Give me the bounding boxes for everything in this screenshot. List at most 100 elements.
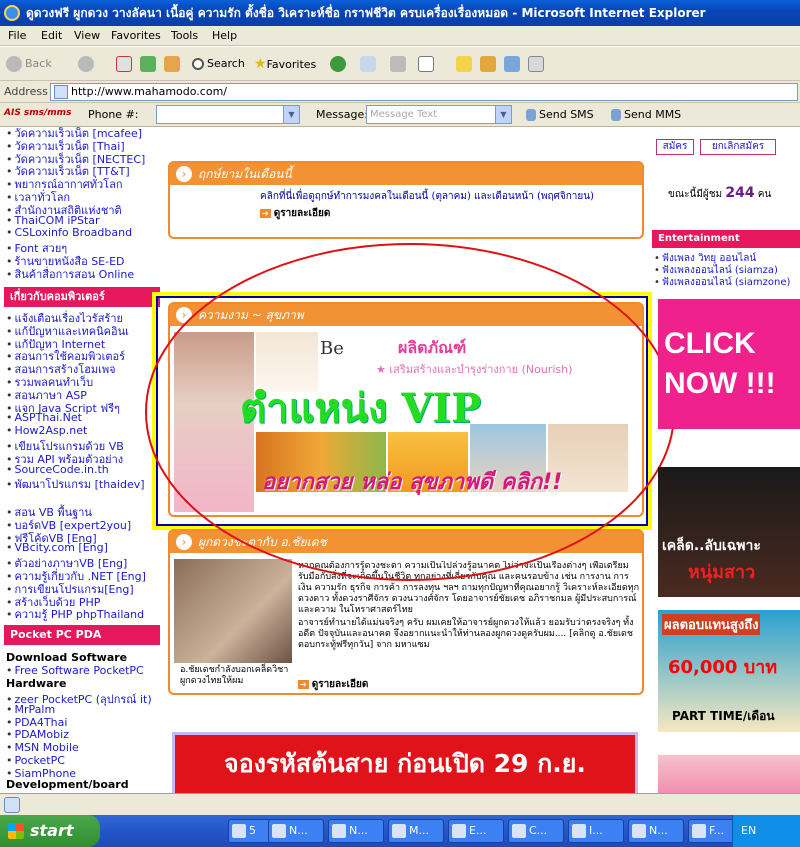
notes-button[interactable]: [456, 53, 475, 75]
ais-logo: AIS sms/mms: [4, 108, 72, 118]
window-title: ดูดวงฟรี ผูกดวง วางลัคนา เนื้อคู่ ความรั…: [26, 6, 706, 20]
page-content: วัดความเร็วเน็ต [mcafee]วัดความเร็วเน็ต …: [0, 127, 800, 793]
left-link[interactable]: CSLoxinfo Broadband: [6, 226, 133, 239]
message-combo[interactable]: Message Text ▼: [366, 105, 512, 124]
favorites-button[interactable]: ★Favorites: [254, 53, 316, 75]
start-button[interactable]: start: [0, 815, 100, 847]
hardware-link[interactable]: PDA4Thai: [6, 716, 68, 729]
development-title: Development/board: [6, 778, 129, 791]
ie-icon: [4, 5, 20, 21]
auspicious-box: ฤกษ์ยามในเดือนนี้ คลิกที่นี่เพื่อดูฤกษ์ท…: [168, 161, 644, 239]
back-arrow-icon: [6, 56, 22, 72]
edit-icon: [418, 56, 434, 72]
sms-toolbar: AIS sms/mms Phone #: ▼ Message: Message …: [0, 103, 800, 127]
taskbar-item[interactable]: N...: [628, 819, 684, 843]
search-button[interactable]: Search: [192, 53, 245, 75]
unsubscribe-button[interactable]: ยกเลิกสมัคร: [700, 139, 776, 155]
left-link[interactable]: สินค้าสื่อการสอน Online: [6, 265, 135, 283]
red-ellipse-annotation: [145, 243, 675, 581]
vb-link[interactable]: VBcity.com [Eng]: [6, 541, 108, 554]
computer-link[interactable]: SourceCode.in.th: [6, 463, 109, 476]
edit-button[interactable]: [418, 53, 437, 75]
tools-icon: [528, 56, 544, 72]
send-sms-button[interactable]: Send SMS: [526, 108, 594, 121]
taskbar-item[interactable]: E...: [448, 819, 504, 843]
hardware-link[interactable]: PDAMobiz: [6, 728, 69, 741]
refresh-button[interactable]: [140, 53, 159, 75]
taskbar-item[interactable]: M...: [388, 819, 444, 843]
page-icon: [54, 85, 68, 99]
search-icon: [192, 58, 204, 70]
menu-view[interactable]: View: [74, 29, 100, 42]
hardware-link[interactable]: MrPalm: [6, 703, 56, 716]
forward-arrow-icon: [78, 56, 94, 72]
photo-caption: อ.ชัยเดชกำลังบอกเคล็ดวิชาผูกดวงไทยให้ผม: [180, 665, 289, 686]
language-indicator[interactable]: EN: [741, 824, 756, 837]
print-button[interactable]: [390, 53, 409, 75]
download-title: Download Software: [6, 651, 128, 664]
menu-help[interactable]: Help: [212, 29, 237, 42]
dropdown-arrow-icon: ▼: [283, 106, 299, 123]
phone-label: Phone #:: [88, 108, 139, 121]
address-input[interactable]: http://www.mahamodo.com/: [50, 83, 798, 101]
print-icon: [390, 56, 406, 72]
taskbar: start 5 N... N... M... E... C... I... N... F... …: [0, 815, 800, 847]
taskbar-item[interactable]: C...: [508, 819, 564, 843]
taskbar-item[interactable]: I...: [568, 819, 624, 843]
menu-favorites[interactable]: Favorites: [111, 29, 161, 42]
menu-bar: File Edit View Favorites Tools Help: [0, 26, 800, 46]
entertainment-link[interactable]: ฟังเพลงออนไลน์ (siamzone): [654, 275, 791, 290]
menu-edit[interactable]: Edit: [41, 29, 62, 42]
computer-link[interactable]: How2Asp.net: [6, 424, 88, 437]
toolbar: Back Search ★Favorites: [0, 47, 800, 81]
subscribe-button[interactable]: สมัคร: [656, 139, 694, 155]
history-button[interactable]: [330, 53, 349, 75]
auspicious-more-link[interactable]: ดูรายละเอียด: [170, 206, 642, 221]
right-column: สมัคร ยกเลิกสมัคร ขณะนี้มีผู้ชม 244 คน E…: [650, 127, 800, 793]
vb-link[interactable]: ความรู้ PHP phpThailand: [6, 605, 145, 623]
phone-combo[interactable]: ▼: [156, 105, 300, 124]
computer-link[interactable]: ASPThai.Net: [6, 411, 82, 424]
back-button[interactable]: Back: [6, 53, 52, 75]
mms-icon: [611, 109, 621, 121]
menu-tools[interactable]: Tools: [171, 29, 198, 42]
taskbar-item[interactable]: N...: [328, 819, 384, 843]
left-link[interactable]: ThaiCOM iPStar: [6, 214, 100, 227]
computer-link[interactable]: พัฒนาโปรแกรม [thaidev]: [6, 475, 145, 493]
mail-button[interactable]: [360, 53, 379, 75]
ad-parttime[interactable]: ผลตอบแทนสูงถึง 60,000 บาท PART TIME/เดือน: [658, 610, 800, 732]
hardware-title: Hardware: [6, 677, 67, 690]
bottom-banner[interactable]: จองรหัสต้นสาย ก่อนเปิด 29 ก.ย.: [172, 732, 638, 793]
auspicious-text[interactable]: คลิกที่นี่เพื่อดูฤกษ์ทำการมงคลในเดือนนี้…: [170, 185, 642, 204]
center-column: ฤกษ์ยามในเดือนนี้ คลิกที่นี่เพื่อดูฤกษ์ท…: [145, 127, 675, 793]
hardware-link[interactable]: MSN Mobile: [6, 741, 79, 754]
stop-button[interactable]: [116, 53, 135, 75]
address-label: Address: [4, 85, 48, 98]
history-icon: [330, 56, 346, 72]
ad-pink-woman[interactable]: [658, 755, 800, 793]
home-button[interactable]: [164, 53, 183, 75]
messenger-button[interactable]: [504, 53, 523, 75]
send-mms-button[interactable]: Send MMS: [611, 108, 681, 121]
click-now-ad[interactable]: CLICK NOW !!!: [658, 299, 800, 429]
horoscope-more-link[interactable]: ดูรายละเอียด: [298, 677, 368, 692]
menu-file[interactable]: File: [8, 29, 26, 42]
status-page-icon: [4, 797, 20, 813]
tools-button[interactable]: [528, 53, 547, 75]
taskbar-item[interactable]: N...: [268, 819, 324, 843]
hardware-link[interactable]: PocketPC: [6, 754, 65, 767]
system-tray: EN: [732, 815, 800, 847]
forward-button[interactable]: [78, 53, 97, 75]
free-software-link[interactable]: Free Software PocketPC: [6, 664, 144, 677]
research-button[interactable]: [480, 53, 499, 75]
address-url: http://www.mahamodo.com/: [71, 85, 228, 98]
research-icon: [480, 56, 496, 72]
home-icon: [164, 56, 180, 72]
messenger-icon: [504, 56, 520, 72]
ad-dark[interactable]: เคล็ด..ลับเฉพาะ หนุ่มสาว: [658, 467, 800, 597]
refresh-icon: [140, 56, 156, 72]
entertainment-header: Entertainment: [652, 230, 800, 248]
section-pda-header: Pocket PC PDA: [4, 625, 160, 645]
status-bar: [0, 793, 800, 815]
star-icon: ★: [254, 56, 267, 72]
